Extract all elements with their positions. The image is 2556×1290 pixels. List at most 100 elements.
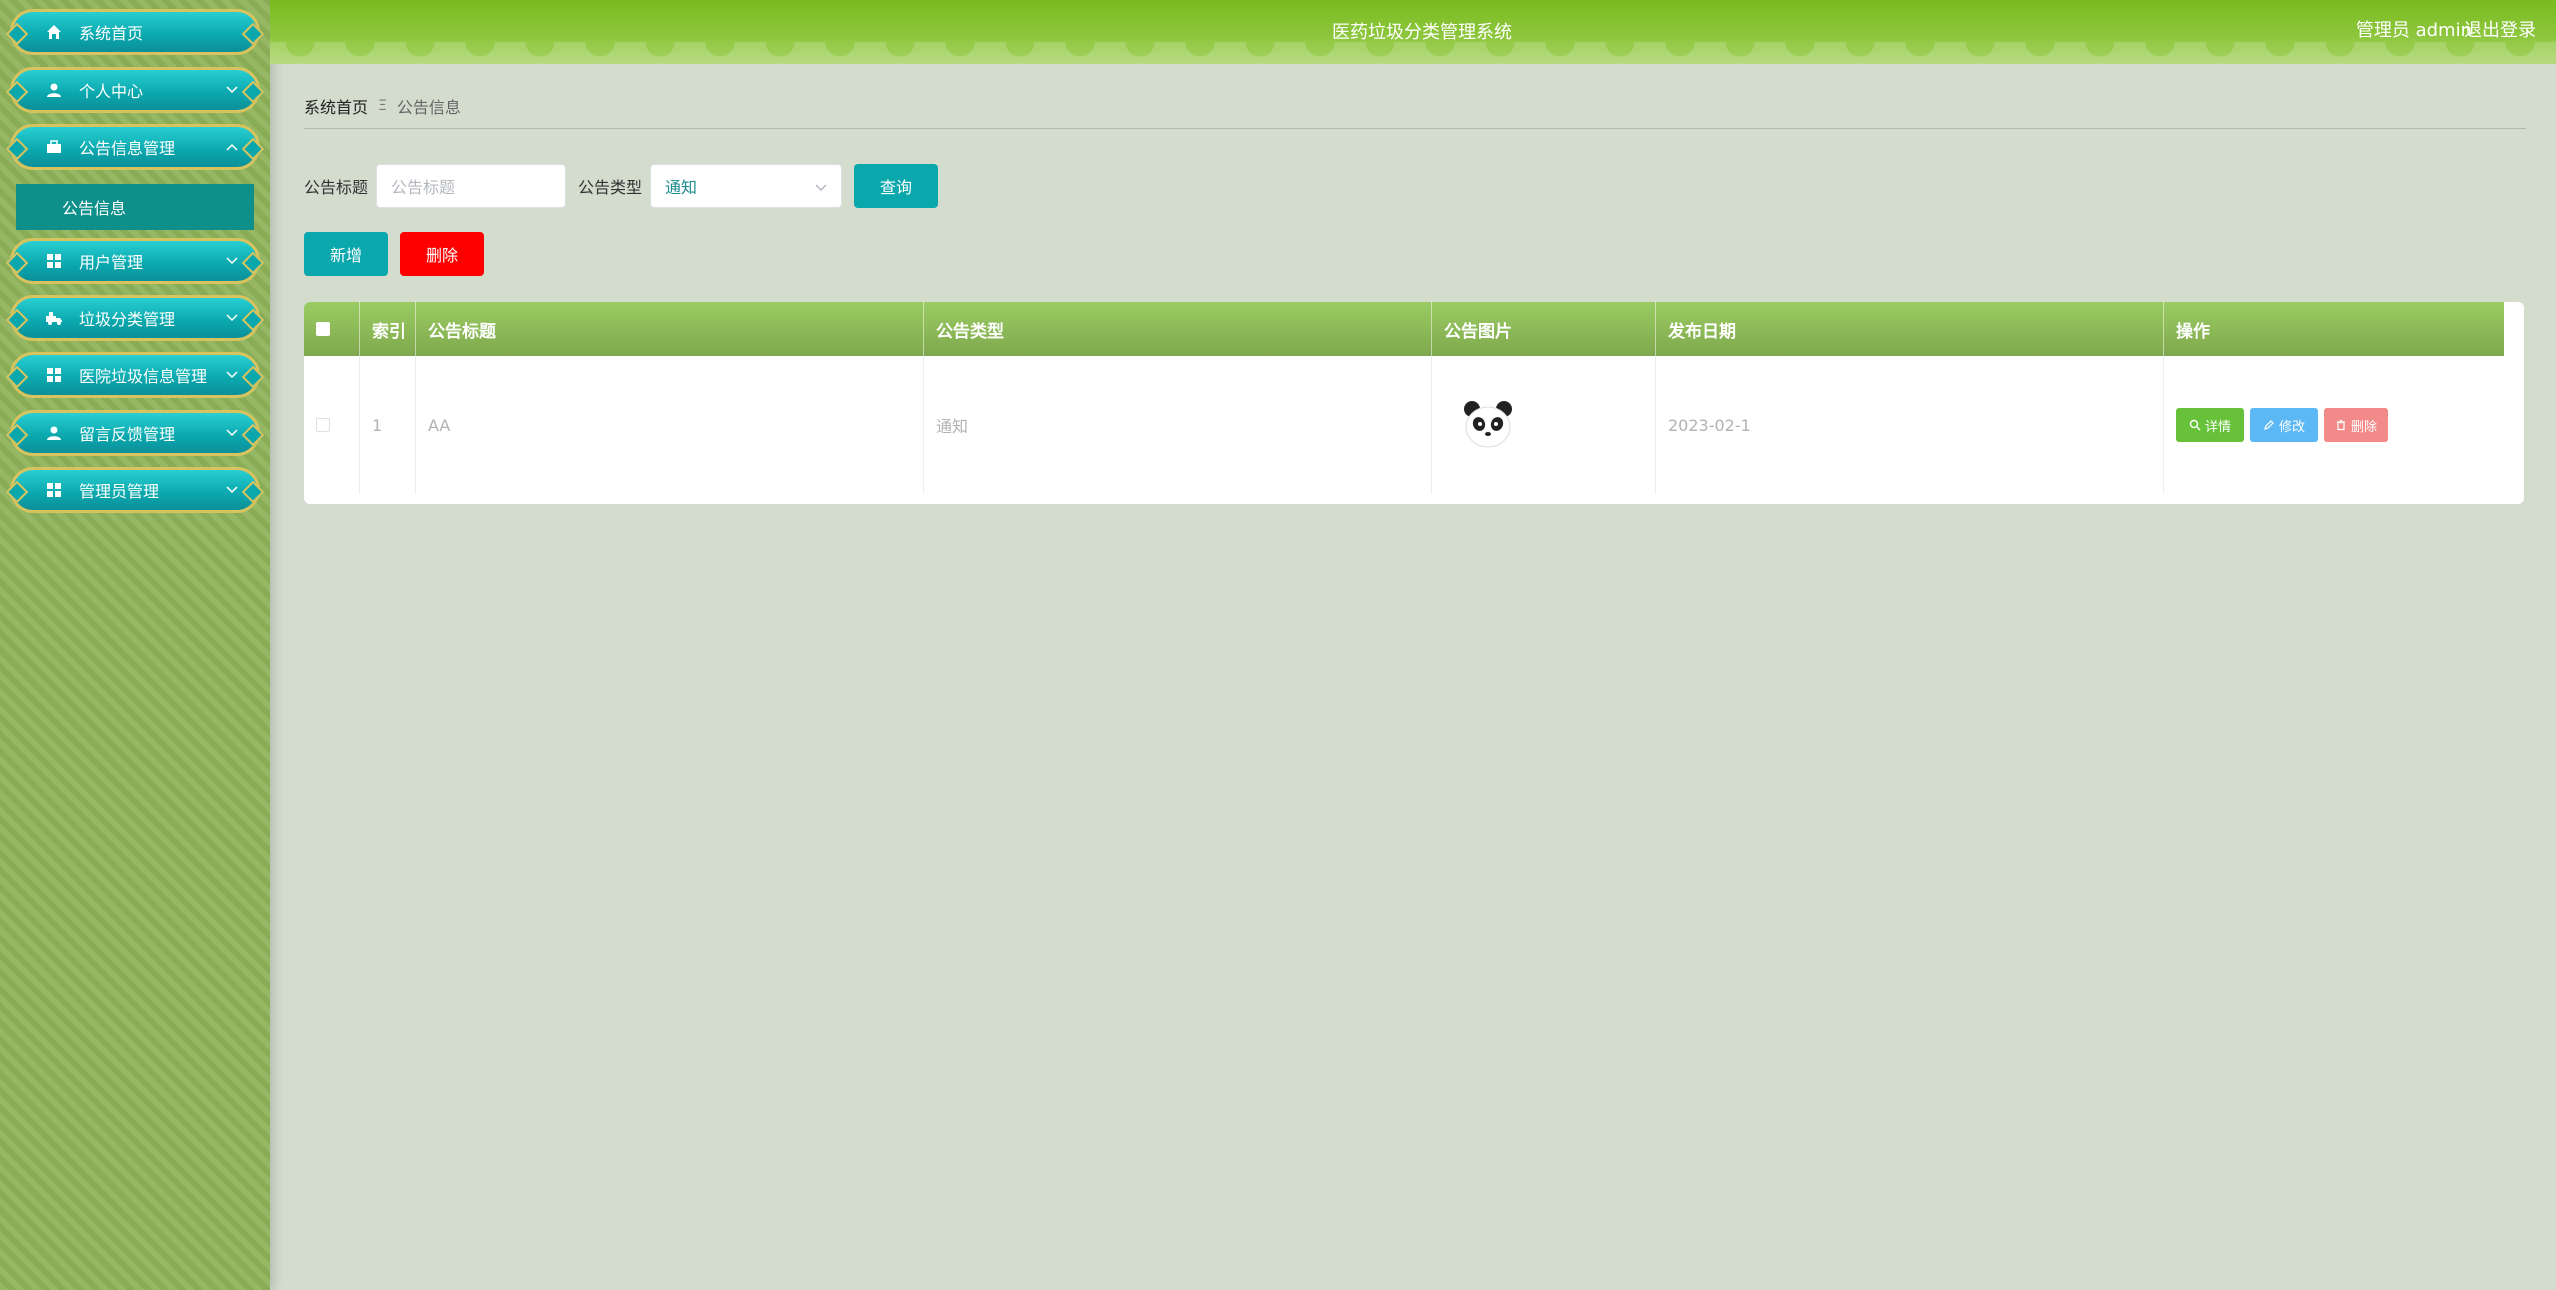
sidebar: 系统首页 个人中心 公告信息管理 公告信息 用户管理 垃圾分类管理 医院垃圾信息… [0, 0, 270, 1290]
chevron-down-icon [221, 422, 243, 444]
row-delete-button[interactable]: 删除 [2324, 408, 2388, 442]
title-filter-input[interactable]: 公告标题 [376, 164, 567, 208]
grid-icon [43, 250, 65, 272]
person-icon [43, 422, 65, 444]
edit-button[interactable]: 修改 [2250, 408, 2318, 442]
top-header: 医药垃圾分类管理系统 管理员 admin 退出登录 [270, 0, 2556, 64]
chevron-down-icon [221, 250, 243, 272]
ornament [241, 423, 265, 447]
cell-title: AA [416, 356, 924, 494]
sidebar-item-profile[interactable]: 个人中心 [5, 67, 265, 113]
trash-icon [2336, 419, 2345, 431]
chevron-down-icon [221, 364, 243, 386]
ornament [5, 423, 29, 447]
column-header-title: 公告标题 [416, 302, 924, 356]
cell-date: 2023-02-1 [1656, 356, 2164, 494]
chevron-down-icon [221, 479, 243, 501]
cell-index: 1 [360, 356, 416, 494]
query-button[interactable]: 查询 [854, 164, 939, 208]
ornament [5, 480, 29, 504]
type-filter-value: 通知 [665, 178, 698, 197]
ornament [241, 308, 265, 332]
person-icon [43, 79, 65, 101]
ornament [5, 308, 29, 332]
search-icon [2189, 419, 2201, 431]
sidebar-item-label: 公告信息管理 [79, 139, 176, 158]
logout-link[interactable]: 退出登录 [2464, 16, 2536, 42]
sidebar-item-notice-mgmt[interactable]: 公告信息管理 [5, 124, 265, 170]
search-form: 公告标题 公告标题 公告类型 通知 查询 [304, 164, 939, 208]
ornament [241, 80, 265, 104]
notice-table: 索引 公告标题 公告类型 公告图片 发布日期 操作 1 AA 通知 2023-0… [304, 302, 2524, 504]
ornament [241, 137, 265, 161]
panda-icon [1452, 389, 1524, 461]
ornament [241, 480, 265, 504]
sidebar-item-label: 管理员管理 [79, 482, 160, 501]
title-filter-label: 公告标题 [304, 178, 369, 197]
recycle-truck-icon [43, 307, 65, 329]
edit-icon [2264, 420, 2274, 430]
breadcrumb-separator: Ξ [378, 98, 387, 114]
sidebar-item-hospital-waste[interactable]: 医院垃圾信息管理 [5, 352, 265, 398]
select-all-checkbox[interactable] [316, 322, 330, 336]
sidebar-item-users[interactable]: 用户管理 [5, 238, 265, 284]
type-filter-label: 公告类型 [578, 178, 643, 197]
detail-button[interactable]: 详情 [2176, 408, 2244, 442]
row-checkbox[interactable] [316, 418, 330, 432]
grid-icon [43, 364, 65, 386]
ornament [5, 137, 29, 161]
cell-type: 通知 [924, 356, 1432, 494]
ornament [241, 365, 265, 389]
sidebar-item-label: 个人中心 [79, 82, 144, 101]
cell-actions: 详情 修改 删除 [2164, 356, 2504, 494]
sidebar-item-admins[interactable]: 管理员管理 [5, 467, 265, 513]
edit-button-label: 修改 [2278, 419, 2305, 435]
select-all-cell [304, 302, 360, 356]
sidebar-item-label: 垃圾分类管理 [79, 310, 176, 329]
table-row: 1 AA 通知 2023-02-1 详情 修改 删除 [304, 356, 2504, 494]
add-button[interactable]: 新增 [304, 232, 388, 276]
ornament [5, 251, 29, 275]
sidebar-item-label: 医院垃圾信息管理 [79, 367, 208, 386]
column-header-actions: 操作 [2176, 321, 2210, 342]
column-header-date: 发布日期 [1656, 302, 2164, 356]
chevron-up-icon [221, 136, 243, 158]
breadcrumb-divider [304, 128, 2526, 129]
home-icon [43, 21, 65, 43]
cell-image [1432, 356, 1656, 494]
briefcase-icon [43, 136, 65, 158]
ornament [5, 80, 29, 104]
table-header: 索引 公告标题 公告类型 公告图片 发布日期 操作 [304, 302, 2504, 356]
row-delete-button-label: 删除 [2350, 419, 2377, 435]
ornament [241, 251, 265, 275]
breadcrumb-current: 公告信息 [396, 98, 461, 117]
chevron-down-icon [221, 79, 243, 101]
publish-date: 2023-02-1 [1668, 415, 1751, 435]
row-select-cell [304, 356, 360, 494]
ornament [5, 365, 29, 389]
detail-button-label: 详情 [2204, 419, 2231, 435]
sidebar-item-label: 留言反馈管理 [79, 425, 176, 444]
app-title: 医药垃圾分类管理系统 [1332, 22, 1512, 43]
bulk-delete-button[interactable]: 删除 [400, 232, 484, 276]
column-header-type: 公告类型 [924, 302, 1432, 356]
breadcrumb: 系统首页 Ξ 公告信息 [304, 94, 461, 118]
chevron-down-icon [221, 307, 243, 329]
column-header-image: 公告图片 [1432, 302, 1656, 356]
title-filter-placeholder: 公告标题 [391, 178, 456, 197]
current-user: 管理员 admin [2355, 20, 2472, 41]
breadcrumb-home[interactable]: 系统首页 [304, 94, 368, 118]
sidebar-item-home[interactable]: 系统首页 [5, 9, 265, 55]
type-filter-select[interactable]: 通知 [650, 164, 843, 208]
sidebar-subitem-label: 公告信息 [62, 199, 127, 218]
sidebar-item-feedback[interactable]: 留言反馈管理 [5, 410, 265, 456]
sidebar-item-sorting[interactable]: 垃圾分类管理 [5, 295, 265, 341]
sidebar-subitem-notice[interactable]: 公告信息 [16, 184, 254, 230]
chevron-down-icon [815, 177, 827, 196]
column-header-index: 索引 [360, 302, 416, 356]
grid-icon [43, 479, 65, 501]
header-wave-decoration [270, 42, 2556, 64]
ornament [5, 22, 29, 46]
sidebar-item-label: 系统首页 [79, 24, 144, 43]
main-content: 系统首页 Ξ 公告信息 公告标题 公告标题 公告类型 通知 查询 新增 删除 索… [270, 64, 2556, 1290]
